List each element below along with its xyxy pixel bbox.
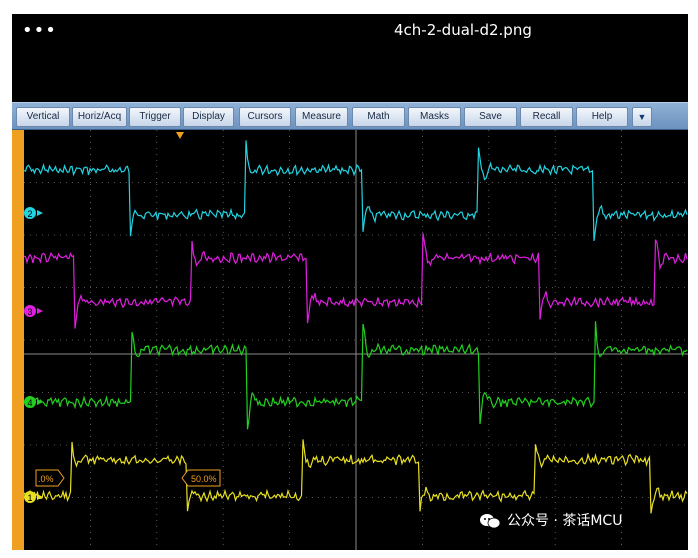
- channel-1-label: 1: [27, 493, 32, 503]
- waveform-display: 2 3 4 1 .0% 50.0%: [24, 130, 688, 550]
- channel-4-label: 4: [27, 398, 32, 408]
- scope-menu-bar: Vertical Horiz/Acq Trigger Display Curso…: [12, 102, 688, 130]
- channel-2-marker[interactable]: 2: [24, 207, 43, 219]
- trigger-level-right-text: 50.0%: [191, 474, 217, 484]
- trigger-position-marker-icon[interactable]: [176, 132, 184, 139]
- channel-3-label: 3: [27, 307, 32, 317]
- menu-more-dropdown-icon[interactable]: ▼: [632, 107, 652, 127]
- menu-measure[interactable]: Measure: [295, 107, 348, 127]
- trigger-level-readout-left: .0%: [35, 469, 65, 487]
- window-titlebar: ••• 4ch-2-dual-d2.png: [12, 14, 688, 102]
- menu-horiz-acq[interactable]: Horiz/Acq: [72, 107, 127, 127]
- more-options-icon[interactable]: •••: [22, 20, 57, 41]
- menu-masks[interactable]: Masks: [408, 107, 461, 127]
- channel-3-marker[interactable]: 3: [24, 305, 43, 317]
- menu-cursors[interactable]: Cursors: [239, 107, 291, 127]
- trigger-level-readout-right: 50.0%: [181, 469, 221, 487]
- menu-display[interactable]: Display: [183, 107, 234, 127]
- channel-offset-strip: [12, 130, 24, 550]
- trigger-level-left-text: .0%: [38, 474, 54, 484]
- graticule: [24, 130, 688, 550]
- watermark-text: 公众号 · 茶话MCU: [507, 513, 623, 529]
- menu-trigger[interactable]: Trigger: [129, 107, 181, 127]
- window-title: 4ch-2-dual-d2.png: [394, 21, 532, 39]
- channel-1-marker[interactable]: 1: [24, 491, 43, 503]
- watermark: 公众号 · 茶话MCU: [479, 510, 622, 530]
- channel-2-label: 2: [27, 209, 32, 219]
- channel-4-marker[interactable]: 4: [24, 396, 43, 408]
- menu-vertical[interactable]: Vertical: [16, 107, 70, 127]
- menu-save[interactable]: Save: [464, 107, 517, 127]
- menu-math[interactable]: Math: [352, 107, 405, 127]
- wechat-icon: [480, 514, 501, 529]
- menu-recall[interactable]: Recall: [520, 107, 573, 127]
- scope-display: 2 3 4 1 .0% 50.0%: [12, 130, 688, 550]
- menu-help[interactable]: Help: [576, 107, 628, 127]
